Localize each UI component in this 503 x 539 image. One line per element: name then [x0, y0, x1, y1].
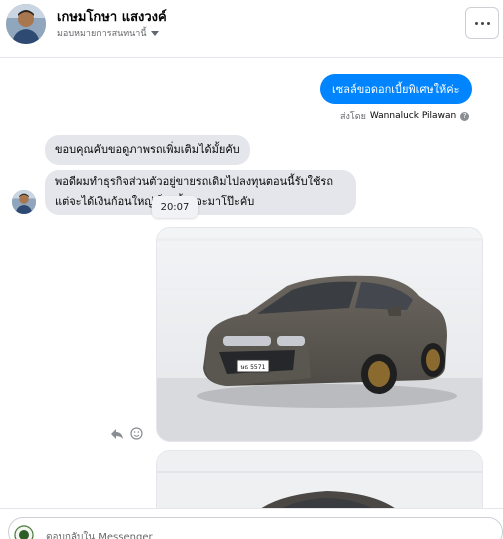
message-actions [110, 427, 143, 440]
reply-icon[interactable] [110, 428, 124, 440]
contact-photo-small [12, 190, 36, 214]
assign-conversation-dropdown[interactable]: มอบหมายการสนทนานี้ [57, 26, 159, 40]
car-image: ษธ 5571 [157, 228, 482, 441]
info-icon[interactable]: ? [460, 111, 470, 121]
contact-photo [6, 4, 46, 44]
assign-label: มอบหมายการสนทนานี้ [57, 29, 147, 39]
more-options-icon [474, 21, 478, 25]
react-emoji-icon[interactable] [130, 427, 143, 440]
timestamp-tooltip: 20:07 [152, 196, 198, 218]
license-plate-text: ษธ 5571 [241, 364, 266, 371]
incoming-message-1[interactable]: ขอบคุณคับขอดูภาพรถเพิ่มเติมได้มั้ยคับ [45, 135, 250, 165]
page-avatar [14, 525, 34, 539]
car-image-2 [157, 451, 482, 508]
car-photo-attachment-2[interactable] [156, 450, 483, 508]
more-options-button[interactable] [465, 7, 499, 39]
page-logo-icon [14, 525, 34, 539]
sent-by-line: ส่งโดย Wannaluck Pilawan ? [340, 109, 470, 123]
contact-avatar-small[interactable] [12, 190, 36, 214]
incoming-message-2[interactable]: พอดีผมทำธุรกิจส่วนตัวอยู่ขายรถเดิมไปลงทุ… [45, 170, 356, 215]
message-thread[interactable]: เซลล์ขอดอกเบี้ยพิเศษให้ค่ะ ส่งโดย Wannal… [0, 58, 503, 508]
outgoing-message[interactable]: เซลล์ขอดอกเบี้ยพิเศษให้ค่ะ [320, 74, 472, 104]
contact-avatar[interactable] [6, 4, 46, 44]
sender-name: Wannaluck Pilawan [369, 111, 457, 121]
car-photo-attachment[interactable]: ษธ 5571 [156, 227, 483, 442]
sent-by-prefix: ส่งโดย [340, 112, 366, 122]
reply-composer: ตอบกลับใน Messenger [0, 508, 503, 539]
conversation-header: เกษมโกษา แสงวงค์ มอบหมายการสนทนานี้ [0, 0, 503, 58]
reply-placeholder: ตอบกลับใน Messenger [46, 532, 153, 539]
caret-down-icon [150, 30, 159, 36]
contact-name[interactable]: เกษมโกษา แสงวงค์ [57, 6, 167, 27]
